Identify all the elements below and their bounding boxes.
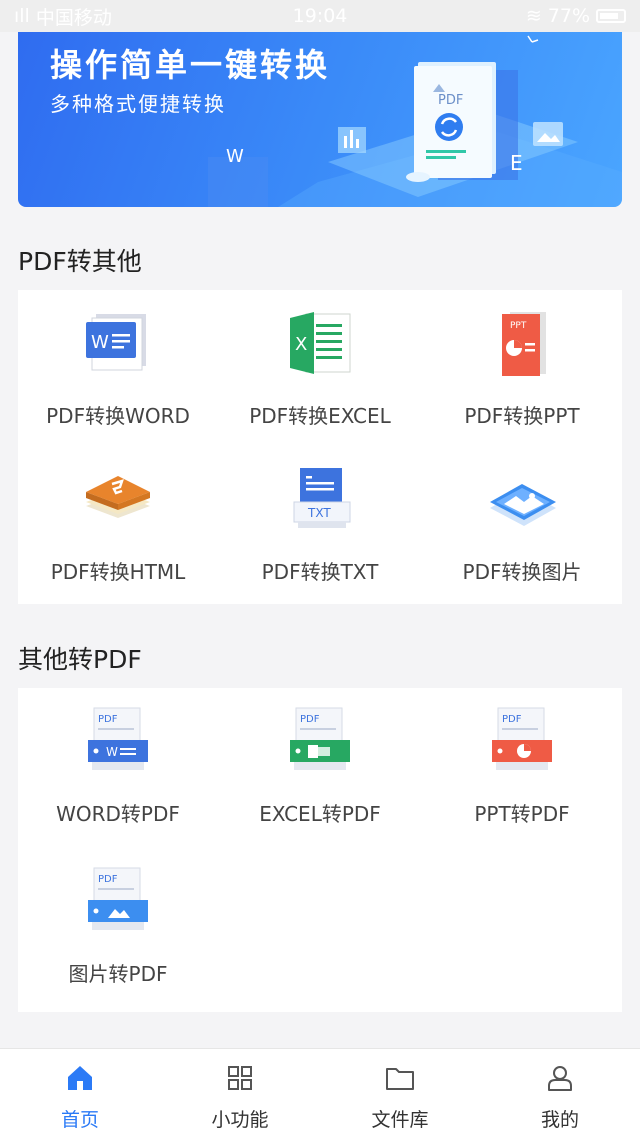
svg-text:PDF: PDF (502, 714, 522, 725)
pdf-to-other-card: W PDF转换WORD X PDF转换EXCEL PPT PDF转换PPT PD… (18, 290, 622, 604)
bottom-tab-bar: 首页 小功能 文件库 我的 (0, 1048, 640, 1138)
tile-label: PDF转换PPT (464, 404, 580, 428)
other-to-pdf-card: PDF W WORD转PDF PDF EXCEL转PDF PDF PPT转PDF… (18, 688, 622, 1012)
tile-word-to-pdf[interactable]: PDF W WORD转PDF (18, 688, 218, 838)
svg-text:PDF: PDF (300, 714, 320, 725)
svg-text:W: W (226, 146, 244, 167)
tile-label: EXCEL转PDF (259, 802, 381, 826)
svg-text:PDF: PDF (98, 874, 118, 885)
excel-to-pdf-icon: PDF (290, 707, 350, 770)
tab-label: 小功能 (211, 1109, 269, 1131)
tab-mine[interactable]: 我的 (480, 1049, 640, 1138)
tile-label: WORD转PDF (56, 802, 180, 826)
tile-label: PDF转换TXT (261, 560, 379, 584)
tile-ppt-to-pdf[interactable]: PDF PPT转PDF (422, 688, 622, 838)
status-bar: ıll 中国移动 19:04 ≋ 77% (0, 0, 640, 32)
svg-text:E: E (510, 151, 523, 175)
tile-label: PDF转换图片 (462, 560, 582, 584)
tile-pdf-to-image[interactable]: PDF转换图片 (422, 446, 622, 596)
txt-doc-icon: TXT (293, 468, 351, 528)
word-to-pdf-icon: PDF W (88, 707, 148, 770)
tab-label: 我的 (540, 1109, 579, 1131)
tab-label: 首页 (60, 1109, 99, 1131)
tab-label: 文件库 (371, 1109, 429, 1131)
tile-label: 图片转PDF (68, 962, 168, 986)
user-icon (548, 1066, 572, 1091)
image-to-pdf-icon: PDF (88, 867, 148, 930)
image-doc-icon (490, 484, 556, 526)
folder-icon (386, 1068, 414, 1090)
html-doc-icon (86, 476, 150, 518)
tile-pdf-to-excel[interactable]: X PDF转换EXCEL (220, 290, 420, 440)
ppt-doc-icon: PPT (502, 312, 546, 376)
tile-pdf-to-html[interactable]: PDF转换HTML (18, 446, 218, 596)
svg-text:X: X (295, 334, 307, 355)
section-title-pdf-to-other: PDF转其他 (18, 247, 142, 276)
svg-text:TXT: TXT (307, 506, 331, 520)
tab-file-library[interactable]: 文件库 (320, 1049, 480, 1138)
section-title-other-to-pdf: 其他转PDF (18, 645, 142, 674)
grid-icon (228, 1066, 252, 1090)
tile-label: PDF转换HTML (50, 560, 186, 584)
word-doc-icon: W (86, 314, 146, 371)
excel-doc-icon: X (290, 312, 351, 374)
svg-text:PDF: PDF (98, 714, 118, 725)
tile-label: PDF转换WORD (46, 404, 190, 428)
promo-banner[interactable]: PDF W E 操作简单一键转换 多种格式便捷转换 (18, 32, 622, 207)
home-icon (68, 1066, 92, 1090)
tile-label: PDF转换EXCEL (249, 404, 391, 428)
banner-subtitle: 多种格式便捷转换 (50, 92, 226, 116)
tile-label: PPT转PDF (474, 802, 570, 826)
tile-image-to-pdf[interactable]: PDF 图片转PDF (18, 848, 218, 998)
tile-pdf-to-txt[interactable]: TXT PDF转换TXT (220, 446, 420, 596)
status-time: 19:04 (292, 5, 348, 27)
battery-icon (596, 9, 626, 23)
svg-text:W: W (106, 745, 118, 759)
banner-title: 操作简单一键转换 (50, 46, 331, 84)
svg-text:W: W (91, 332, 109, 353)
tab-tools[interactable]: 小功能 (160, 1049, 320, 1138)
svg-text:PPT: PPT (510, 321, 527, 331)
tab-home[interactable]: 首页 (0, 1049, 160, 1138)
ppt-to-pdf-icon: PDF (492, 707, 552, 770)
tile-pdf-to-ppt[interactable]: PPT PDF转换PPT (422, 290, 622, 440)
svg-text:PDF: PDF (438, 93, 463, 108)
tile-pdf-to-word[interactable]: W PDF转换WORD (18, 290, 218, 440)
tile-excel-to-pdf[interactable]: PDF EXCEL转PDF (220, 688, 420, 838)
